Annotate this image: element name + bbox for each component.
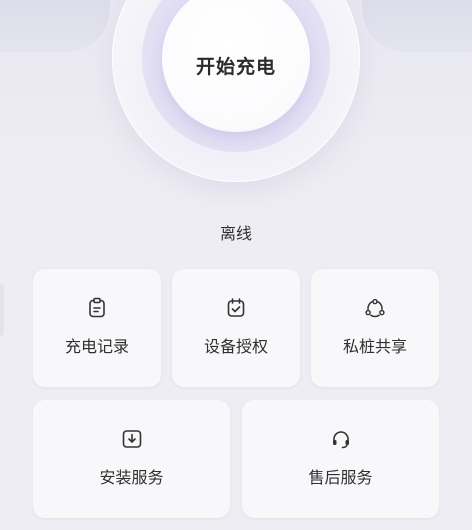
download-box-icon	[121, 428, 143, 450]
after-sales-service-card[interactable]: 售后服务	[242, 400, 439, 518]
start-charging-label: 开始充电	[195, 55, 276, 78]
share-nodes-icon	[364, 297, 386, 319]
installation-service-card[interactable]: 安装服务	[33, 400, 230, 518]
private-pile-sharing-card[interactable]: 私桩共享	[311, 269, 439, 387]
private-pile-sharing-label: 私桩共享	[342, 337, 407, 356]
clipboard-icon	[86, 297, 108, 319]
calendar-check-icon	[225, 297, 247, 319]
left-edge-card	[0, 284, 4, 336]
device-authorization-card[interactable]: 设备授权	[172, 269, 300, 387]
device-authorization-label: 设备授权	[203, 337, 268, 356]
headset-icon	[330, 428, 352, 450]
charging-records-label: 充电记录	[64, 337, 129, 356]
device-status: 离线	[219, 224, 252, 243]
after-sales-service-label: 售后服务	[308, 468, 373, 487]
charging-records-card[interactable]: 充电记录	[33, 269, 161, 387]
installation-service-label: 安装服务	[99, 468, 164, 487]
